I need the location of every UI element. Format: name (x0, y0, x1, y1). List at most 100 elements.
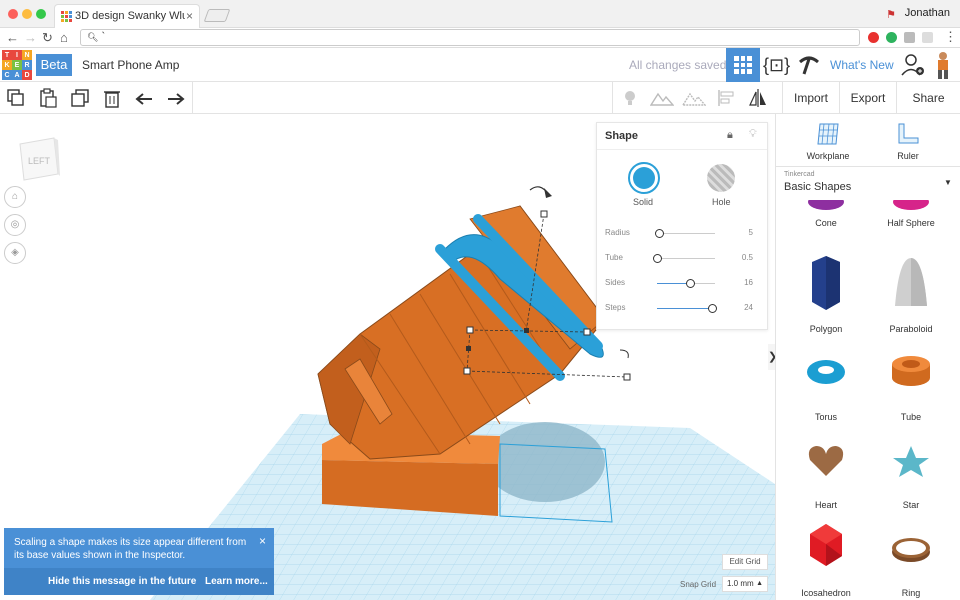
new-tab-button[interactable] (203, 9, 231, 22)
shape-cone[interactable]: Cone (786, 200, 866, 236)
paraboloid-icon (895, 258, 927, 306)
redo-icon[interactable] (166, 88, 186, 108)
address-bar-row: ← → ↻ ⌂ 🔍︎ ` ⋮ (0, 28, 960, 48)
property-value[interactable]: 0.5 (742, 253, 753, 262)
property-slider[interactable] (657, 304, 718, 313)
ruler-icon[interactable] (896, 122, 920, 146)
minecraft-pickaxe-icon[interactable] (796, 52, 822, 78)
tinkercad-logo[interactable]: T I N K E R C A D (2, 50, 32, 80)
ruler-label[interactable]: Ruler (868, 151, 948, 161)
toolbar-divider (612, 82, 613, 114)
export-button[interactable]: Export (839, 82, 896, 114)
property-slider[interactable] (657, 279, 715, 288)
cast-icon[interactable] (922, 32, 933, 43)
bulb-icon[interactable]: 💡︎ (749, 128, 757, 141)
snap-grid-value: 1.0 mm (727, 579, 754, 588)
torus-icon (807, 360, 845, 384)
panel-divider (776, 166, 960, 167)
shape-icosahedron[interactable]: Icosahedron (786, 518, 866, 600)
shape-inspector: Shape 🔒︎ 💡︎ Solid Hole Radius 5 Tube 0.5 Sid… (596, 122, 768, 330)
star-icon (893, 446, 929, 477)
inspector-title: Shape (605, 130, 639, 142)
slider-knob[interactable] (653, 254, 662, 263)
home-view-icon[interactable]: ⌂ (4, 186, 26, 208)
share-button[interactable]: Share (896, 82, 960, 114)
view-cube[interactable]: LEFT (18, 136, 60, 182)
minimize-window-icon[interactable] (22, 9, 32, 19)
fit-view-icon[interactable]: ◎ (4, 214, 26, 236)
import-button[interactable]: Import (782, 82, 839, 114)
learn-more-link[interactable]: Learn more... (205, 576, 268, 587)
grammarly-extension-icon[interactable] (886, 32, 897, 43)
edit-grid-button[interactable]: Edit Grid (722, 554, 768, 570)
profile-icon: ⚑ (886, 9, 896, 21)
opera-extension-icon[interactable] (868, 32, 879, 43)
slider-knob[interactable] (708, 304, 718, 313)
mountain-icon[interactable] (649, 88, 675, 108)
duplicate-icon[interactable] (70, 88, 90, 108)
cone-icon (808, 200, 844, 210)
solid-option[interactable] (628, 162, 660, 194)
shape-tube[interactable]: Tube (871, 342, 951, 430)
mountain-outline-icon[interactable] (681, 88, 707, 108)
delete-icon[interactable] (102, 88, 122, 108)
shape-polygon[interactable]: Polygon (786, 254, 866, 342)
snap-grid-select[interactable]: 1.0 mm ▲ (722, 576, 768, 592)
perspective-icon[interactable]: ◈ (4, 242, 26, 264)
property-slider[interactable] (655, 229, 715, 238)
add-user-icon[interactable] (900, 52, 926, 78)
hole-option[interactable] (707, 164, 735, 192)
address-input[interactable]: 🔍︎ ` (80, 29, 860, 46)
forward-icon[interactable]: → (24, 30, 37, 45)
back-icon[interactable]: ← (6, 30, 19, 45)
chevron-down-icon[interactable]: ▼ (944, 178, 952, 187)
property-value[interactable]: 5 (749, 228, 753, 237)
grid-icon (734, 56, 752, 74)
library-dropdown[interactable]: Basic Shapes (784, 181, 851, 193)
browser-menu-icon[interactable]: ⋮ (944, 29, 957, 45)
reload-icon[interactable]: ↻ (42, 30, 53, 46)
close-icon[interactable]: × (259, 534, 266, 548)
tab-title: 3D design Swanky Wluff-Crift (75, 10, 185, 22)
slider-knob[interactable] (655, 229, 665, 238)
address-text: ` (101, 31, 106, 43)
property-value[interactable]: 24 (744, 303, 753, 312)
whats-new-link[interactable]: What's New (830, 58, 894, 72)
scaling-notification: Scaling a shape makes its size appear di… (4, 528, 274, 595)
project-name[interactable]: Smart Phone Amp (82, 58, 179, 72)
shape-paraboloid[interactable]: Paraboloid (871, 254, 951, 342)
shape-half-sphere[interactable]: Half Sphere (871, 200, 951, 236)
home-icon[interactable]: ⌂ (60, 30, 68, 45)
align-icon[interactable] (716, 88, 736, 108)
browser-tab[interactable]: 3D design Swanky Wluff-Crift × (54, 4, 200, 28)
workplane-label[interactable]: Workplane (788, 151, 868, 161)
maximize-window-icon[interactable] (36, 9, 46, 19)
hide-message-link[interactable]: Hide this message in the future (48, 576, 196, 587)
notification-text: Scaling a shape makes its size appear di… (14, 537, 247, 561)
3d-view-button[interactable] (726, 48, 760, 82)
property-value[interactable]: 16 (744, 278, 753, 287)
copy-icon[interactable] (6, 88, 26, 108)
lock-icon[interactable]: 🔒︎ (727, 129, 733, 142)
shape-heart[interactable]: Heart (786, 430, 866, 518)
extension-icon[interactable] (904, 32, 915, 43)
shape-star[interactable]: Star (871, 430, 951, 518)
paste-icon[interactable] (38, 88, 58, 108)
mirror-icon[interactable] (748, 88, 768, 108)
property-slider[interactable] (653, 254, 715, 263)
close-window-icon[interactable] (8, 9, 18, 19)
codeblocks-button[interactable]: {⊡} (763, 52, 790, 78)
tab-close-icon[interactable]: × (186, 9, 193, 23)
user-avatar[interactable] (932, 50, 954, 80)
shapes-panel: Workplane Ruler Tinkercad Basic Shapes ▼… (775, 114, 960, 600)
slider-knob[interactable] (686, 279, 696, 288)
property-label: Steps (605, 303, 626, 312)
light-bulb-icon[interactable] (620, 88, 640, 108)
undo-icon[interactable] (134, 88, 154, 108)
browser-user-name[interactable]: Jonathan (905, 7, 950, 19)
shape-ring[interactable]: Ring (871, 518, 951, 600)
workplane-icon[interactable] (816, 122, 840, 146)
icosahedron-icon (810, 524, 842, 566)
snap-grid-label: Snap Grid (680, 580, 717, 589)
shape-torus[interactable]: Torus (786, 342, 866, 430)
